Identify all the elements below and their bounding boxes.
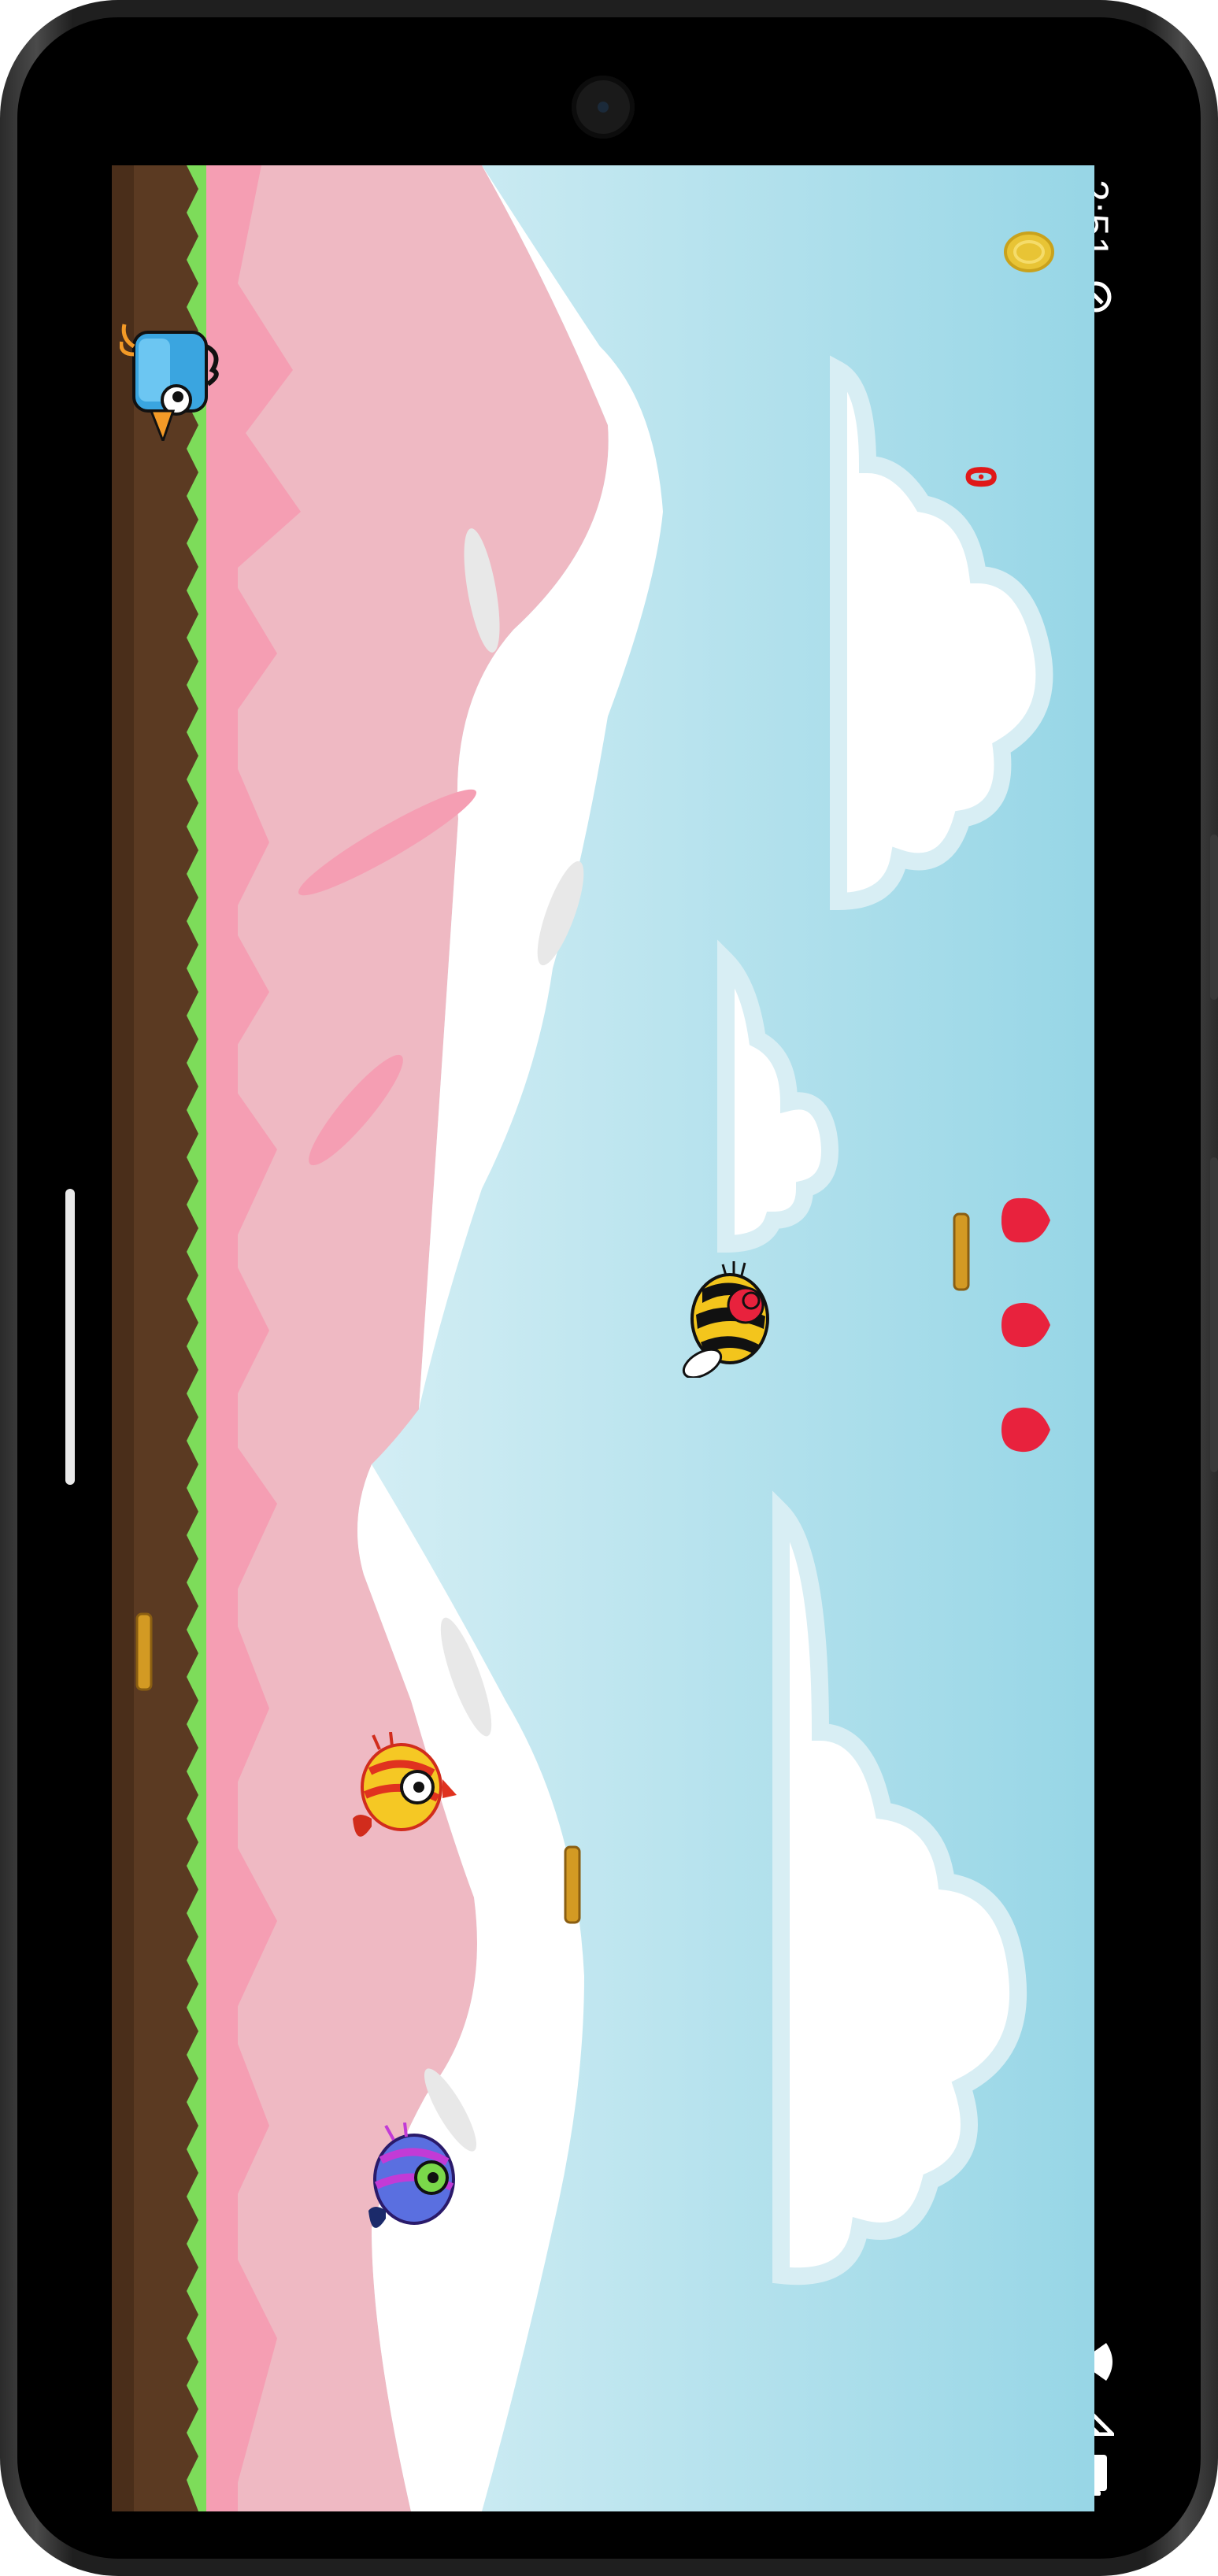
scene-background: [112, 165, 1094, 2511]
front-camera: [572, 76, 635, 139]
heart-icon: [1001, 1407, 1050, 1453]
bee-enemy[interactable]: [679, 1260, 789, 1378]
power-button: [1210, 1157, 1218, 1472]
player-bird[interactable]: [120, 315, 222, 441]
coin-icon: [1004, 231, 1054, 272]
volume-button: [1210, 835, 1218, 1000]
heart-icon: [1001, 1197, 1050, 1243]
bird-enemy[interactable]: [348, 1732, 458, 1850]
coin-pickup[interactable]: [135, 1612, 153, 1691]
ground: [112, 165, 238, 2511]
heart-icon: [1001, 1302, 1050, 1348]
bird-enemy[interactable]: [362, 2123, 472, 2241]
coin-counter: 0: [956, 464, 1003, 490]
coin-pickup[interactable]: [564, 1845, 581, 1924]
phone-frame: 2:51 0: [0, 0, 1218, 2576]
navigation-handle[interactable]: [65, 1189, 75, 1485]
coin-pickup[interactable]: [953, 1212, 970, 1291]
status-bar: 2:51: [1072, 165, 1157, 2511]
game-canvas[interactable]: 0: [112, 165, 1094, 2511]
